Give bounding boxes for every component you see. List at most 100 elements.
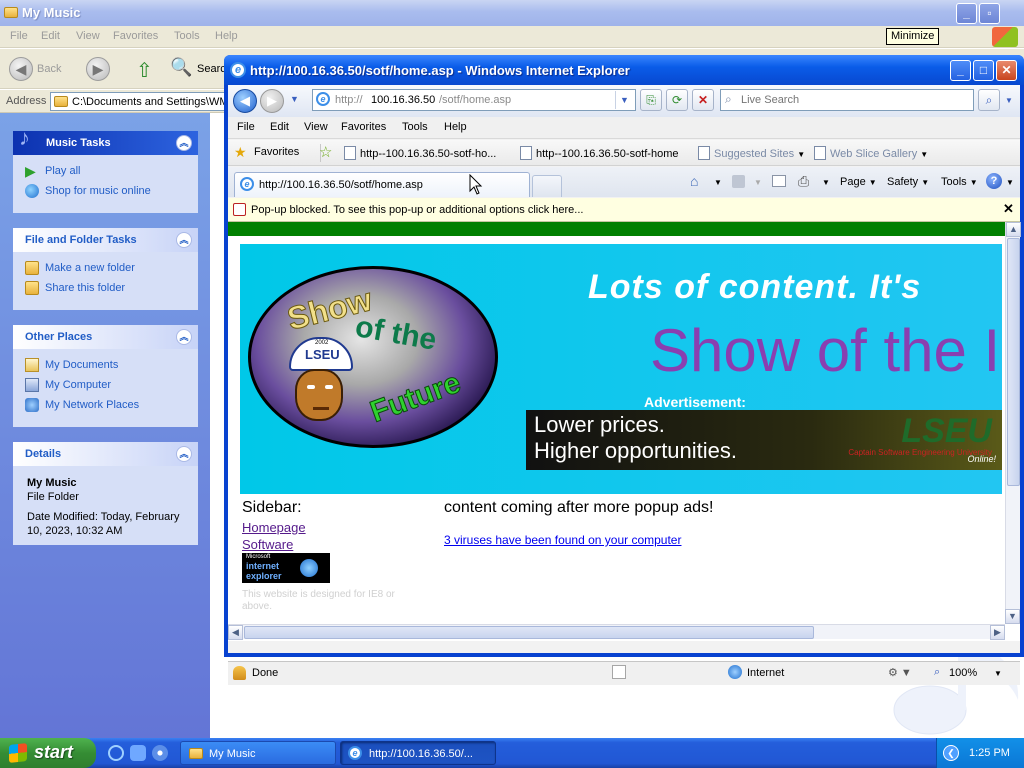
forward-arrow-icon[interactable]: ▶ [86, 57, 110, 81]
music-tasks-header[interactable]: ♪ Music Tasks ︽ [13, 125, 198, 155]
explorer-address-field[interactable]: C:\Documents and Settings\WM2 [50, 92, 230, 111]
tray-expand-icon[interactable]: ❮ [943, 745, 959, 761]
help-icon[interactable]: ? [986, 173, 1002, 189]
ie-menu-help[interactable]: Help [444, 121, 467, 133]
page-menu-button[interactable]: Page ▼ [840, 176, 877, 188]
collapse-chevron-icon[interactable]: ︽ [176, 135, 192, 151]
task-play-all[interactable]: ▶ Play all [25, 161, 198, 181]
search-icon[interactable]: 🔍 [170, 57, 192, 78]
horizontal-scroll-thumb[interactable] [244, 626, 814, 639]
live-search-input[interactable] [739, 91, 969, 109]
task-shop-music[interactable]: Shop for music online [25, 181, 198, 201]
taskbar-item-my-music[interactable]: My Music [180, 741, 336, 765]
clock[interactable]: 1:25 PM [969, 747, 1010, 759]
ie-menu-file[interactable]: File [237, 121, 255, 133]
stop-icon[interactable]: ✕ [692, 89, 714, 111]
status-zoom[interactable]: 100% [949, 667, 977, 679]
horizontal-scrollbar[interactable]: ◀ ▶ [228, 624, 1005, 640]
home-chevron-icon[interactable]: ▼ [714, 178, 722, 187]
fav-link-1[interactable]: http--100.16.36.50-sotf-ho... [344, 146, 496, 160]
favorites-star-icon[interactable]: ★ [234, 144, 247, 161]
ie-menu-view[interactable]: View [304, 121, 328, 133]
search-go-icon[interactable]: ⌕ [978, 89, 1000, 111]
quicklaunch-media-icon[interactable] [152, 745, 168, 761]
explorer-menu-favorites[interactable]: Favorites [113, 30, 158, 42]
home-icon[interactable]: ⌂ [690, 173, 698, 189]
address-dropdown-icon[interactable]: ▼ [615, 91, 633, 109]
explorer-menu-tools[interactable]: Tools [174, 30, 200, 42]
zoom-chevron-icon[interactable]: ▼ [994, 669, 1002, 678]
ie-badge[interactable]: Microsoft internet explorer [242, 553, 330, 583]
details-header[interactable]: Details ︽ [13, 442, 198, 466]
sidebar-link-homepage[interactable]: Homepage [242, 520, 306, 535]
scroll-up-icon[interactable]: ▲ [1006, 222, 1021, 237]
fav-link-2[interactable]: http--100.16.36.50-sotf-home [520, 146, 678, 160]
search-options-chevron-icon[interactable]: ▼ [1005, 96, 1013, 105]
protected-mode-icon[interactable]: ⚙ ▼ [888, 666, 912, 679]
fav-web-slice-gallery[interactable]: Web Slice Gallery ▼ [814, 146, 928, 160]
ie-forward-icon[interactable]: ▶ [260, 89, 284, 113]
explorer-menu-file[interactable]: File [10, 30, 28, 42]
zoom-icon[interactable]: ⌕ [934, 666, 940, 679]
ie-menu-favorites[interactable]: Favorites [341, 121, 386, 133]
place-my-documents[interactable]: My Documents [25, 355, 198, 375]
place-my-network[interactable]: My Network Places [25, 395, 198, 415]
quicklaunch-ie-icon[interactable] [108, 745, 124, 761]
scroll-right-icon[interactable]: ▶ [990, 625, 1005, 640]
refresh-icon[interactable]: ⟳ [666, 89, 688, 111]
virus-warning-link[interactable]: 3 viruses have been found on your comput… [444, 533, 681, 547]
vertical-scroll-thumb[interactable] [1007, 238, 1020, 486]
favorites-button[interactable]: Favorites [254, 146, 299, 158]
explorer-menu-view[interactable]: View [76, 30, 100, 42]
help-chevron-icon[interactable]: ▼ [1006, 178, 1014, 187]
vertical-scrollbar[interactable]: ▲ [1005, 222, 1021, 615]
feeds-icon[interactable] [732, 175, 745, 188]
scroll-down-icon[interactable]: ▼ [1005, 609, 1020, 624]
ie-back-icon[interactable]: ◀ [233, 89, 257, 113]
back-arrow-icon[interactable]: ◀ [9, 57, 33, 81]
ie-minimize-button[interactable]: _ [950, 60, 971, 81]
folder-up-icon[interactable]: ⇧ [136, 58, 158, 82]
collapse-chevron-icon[interactable]: ︽ [176, 446, 192, 462]
collapse-chevron-icon[interactable]: ︽ [176, 329, 192, 345]
safety-menu-button[interactable]: Safety ▼ [887, 176, 929, 188]
compatibility-view-icon[interactable]: ⎘ [640, 89, 662, 111]
place-my-computer[interactable]: My Computer [25, 375, 198, 395]
file-folder-tasks-header[interactable]: File and Folder Tasks ︽ [13, 228, 198, 252]
ie-maximize-button[interactable]: □ [973, 60, 994, 81]
explorer-minimize-button[interactable]: _ [956, 3, 977, 24]
ie-address-field[interactable]: e http:// 100.16.36.50 /sotf/home.asp ▼ [312, 89, 636, 111]
read-mail-icon[interactable] [772, 175, 786, 187]
sidebar-link-software[interactable]: Software [242, 537, 293, 552]
live-search-field[interactable]: ⌕ [720, 89, 974, 111]
task-share-folder[interactable]: Share this folder [25, 278, 198, 298]
infobar-close-icon[interactable]: ✕ [1003, 201, 1014, 217]
tools-menu-button[interactable]: Tools ▼ [941, 176, 978, 188]
advertisement-box[interactable]: Lower prices. Higher opportunities. LSEU… [526, 410, 1002, 470]
active-tab[interactable]: e http://100.16.36.50/sotf/home.asp [234, 172, 530, 197]
other-places-header[interactable]: Other Places ︽ [13, 325, 198, 349]
new-tab-button[interactable] [532, 175, 562, 197]
start-button[interactable]: start [0, 738, 96, 768]
quicklaunch-app-icon[interactable] [130, 745, 146, 761]
ie-menu-tools[interactable]: Tools [402, 121, 428, 133]
feeds-chevron-icon[interactable]: ▼ [754, 178, 762, 187]
add-favorite-icon[interactable]: ☆ [319, 143, 332, 161]
task-new-folder[interactable]: Make a new folder [25, 258, 198, 278]
explorer-back-label[interactable]: Back [37, 63, 61, 75]
explorer-maximize-button[interactable]: ▫ [979, 3, 1000, 24]
collapse-chevron-icon[interactable]: ︽ [176, 232, 192, 248]
fav-suggested-sites[interactable]: Suggested Sites ▼ [698, 146, 805, 160]
explorer-menu-help[interactable]: Help [215, 30, 238, 42]
explorer-title-bar[interactable]: My Music _ ▫ [0, 0, 1024, 26]
print-icon[interactable]: ⎙ [798, 173, 809, 190]
explorer-menu-edit[interactable]: Edit [41, 30, 60, 42]
popup-blocked-infobar[interactable]: Pop-up blocked. To see this pop-up or ad… [228, 198, 1020, 222]
ie-menu-edit[interactable]: Edit [270, 121, 289, 133]
taskbar-item-ie[interactable]: e http://100.16.36.50/... [340, 741, 496, 765]
ie-title-bar[interactable]: e http://100.16.36.50/sotf/home.asp - Wi… [224, 55, 1024, 85]
print-chevron-icon[interactable]: ▼ [822, 178, 830, 187]
recent-pages-chevron-icon[interactable]: ▼ [290, 94, 299, 104]
ie-close-button[interactable]: ✕ [996, 60, 1017, 81]
scroll-left-icon[interactable]: ◀ [228, 625, 243, 640]
